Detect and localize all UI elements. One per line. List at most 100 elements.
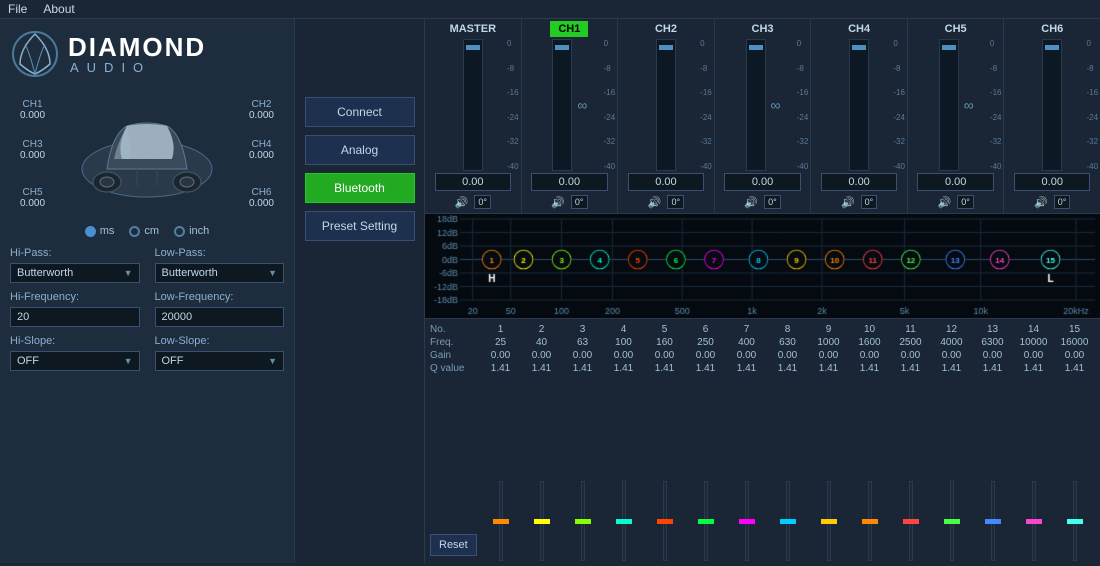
eq-v-track-9[interactable] [827,481,831,561]
ch-header-ch3[interactable]: CH3 [744,21,782,37]
eq-v-track-7[interactable] [745,481,749,561]
speaker-icon-ch6[interactable]: 🔊 [1034,196,1048,209]
analog-button[interactable]: Analog [305,135,415,165]
eq-cell-q-value-13: 1.41 [972,362,1013,375]
eq-cell-q-value-10: 1.41 [849,362,890,375]
speaker-icon-ch2[interactable]: 🔊 [648,196,662,209]
eq-v-track-4[interactable] [622,481,626,561]
ch-header-ch4[interactable]: CH4 [840,21,878,37]
phase-ch2[interactable]: 0° [667,195,684,209]
eq-v-thumb-9[interactable] [821,519,837,524]
eq-v-track-5[interactable] [663,481,667,561]
eq-v-thumb-13[interactable] [985,519,1001,524]
ch-value-ch5: 0.00 [917,173,993,191]
fader-track-ch4[interactable] [849,39,869,171]
ch4-label: CH4 0.000 [249,139,274,161]
eq-v-track-6[interactable] [704,481,708,561]
fader-scale-ch6: 0-8-16-24-32-40 [1084,39,1100,171]
eq-v-track-10[interactable] [868,481,872,561]
eq-v-thumb-14[interactable] [1026,519,1042,524]
eq-v-thumb-2[interactable] [534,519,550,524]
lo-pass-select[interactable]: Butterworth ▼ [155,263,285,283]
ch-fader-ch3: CH30-8-16-24-32-40∞0.00🔊0° [715,19,812,213]
eq-slider-11 [890,481,931,561]
eq-v-track-3[interactable] [581,481,585,561]
eq-v-thumb-6[interactable] [698,519,714,524]
lo-freq-input[interactable] [155,307,285,327]
eq-v-thumb-4[interactable] [616,519,632,524]
fader-track-ch3[interactable] [746,39,766,171]
unit-inch[interactable]: inch [174,225,209,237]
eq-v-track-8[interactable] [786,481,790,561]
fader-thumb-ch2[interactable] [659,45,673,50]
hi-slope-select[interactable]: OFF ▼ [10,351,140,371]
ch-header-master[interactable]: MASTER [442,21,504,37]
radio-ms[interactable] [85,226,96,237]
eq-cell-freq.-5: 160 [644,336,685,349]
link-icon-ch3: ∞ [769,39,783,171]
fader-track-ch6[interactable] [1042,39,1062,171]
eq-v-thumb-12[interactable] [944,519,960,524]
speaker-icon-ch3[interactable]: 🔊 [744,196,758,209]
eq-v-thumb-15[interactable] [1067,519,1083,524]
phase-ch1[interactable]: 0° [571,195,588,209]
lo-slope-select[interactable]: OFF ▼ [155,351,285,371]
speaker-icon-ch5[interactable]: 🔊 [938,196,952,209]
radio-inch[interactable] [174,226,185,237]
reset-button[interactable]: Reset [430,534,477,556]
eq-cell-q-value-6: 1.41 [685,362,726,375]
eq-v-thumb-8[interactable] [780,519,796,524]
fader-thumb-master[interactable] [466,45,480,50]
eq-v-track-11[interactable] [909,481,913,561]
eq-v-thumb-3[interactable] [575,519,591,524]
radio-cm[interactable] [129,226,140,237]
eq-v-thumb-7[interactable] [739,519,755,524]
menu-about[interactable]: About [43,2,74,16]
eq-v-track-12[interactable] [950,481,954,561]
fader-track-ch2[interactable] [656,39,676,171]
unit-ms[interactable]: ms [85,225,115,237]
menu-file[interactable]: File [8,2,27,16]
ch-header-ch5[interactable]: CH5 [937,21,975,37]
fader-track-master[interactable] [463,39,483,171]
ch-header-ch6[interactable]: CH6 [1033,21,1071,37]
speaker-icon-master[interactable]: 🔊 [455,196,469,209]
bluetooth-button[interactable]: Bluetooth [305,173,415,203]
fader-thumb-ch3[interactable] [749,45,763,50]
phase-ch5[interactable]: 0° [957,195,974,209]
eq-v-thumb-11[interactable] [903,519,919,524]
eq-cell-no.-9: 9 [808,323,849,336]
eq-v-track-14[interactable] [1032,481,1036,561]
preset-button[interactable]: Preset Setting [305,211,415,241]
eq-cell-no.-1: 1 [480,323,521,336]
eq-v-thumb-1[interactable] [493,519,509,524]
fader-thumb-ch5[interactable] [942,45,956,50]
unit-cm[interactable]: cm [129,225,159,237]
eq-v-thumb-10[interactable] [862,519,878,524]
eq-v-track-2[interactable] [540,481,544,561]
ch-header-ch1[interactable]: CH1 [550,21,588,37]
eq-v-track-13[interactable] [991,481,995,561]
speaker-icon-ch1[interactable]: 🔊 [551,196,565,209]
eq-cell-gain-2: 0.00 [521,349,562,362]
eq-v-track-15[interactable] [1073,481,1077,561]
fader-track-ch1[interactable] [552,39,572,171]
eq-cell-q-value-7: 1.41 [726,362,767,375]
lo-slope-label: Low-Slope: [155,335,285,347]
hi-freq-input[interactable] [10,307,140,327]
fader-thumb-ch6[interactable] [1045,45,1059,50]
eq-slider-8 [767,481,808,561]
speaker-icon-ch4[interactable]: 🔊 [841,196,855,209]
phase-ch6[interactable]: 0° [1054,195,1071,209]
phase-ch3[interactable]: 0° [764,195,781,209]
ch-header-ch2[interactable]: CH2 [647,21,685,37]
connect-button[interactable]: Connect [305,97,415,127]
phase-master[interactable]: 0° [474,195,491,209]
fader-thumb-ch4[interactable] [852,45,866,50]
eq-v-track-1[interactable] [499,481,503,561]
fader-track-ch5[interactable] [939,39,959,171]
fader-thumb-ch1[interactable] [555,45,569,50]
eq-v-thumb-5[interactable] [657,519,673,524]
phase-ch4[interactable]: 0° [861,195,878,209]
hi-pass-select[interactable]: Butterworth ▼ [10,263,140,283]
